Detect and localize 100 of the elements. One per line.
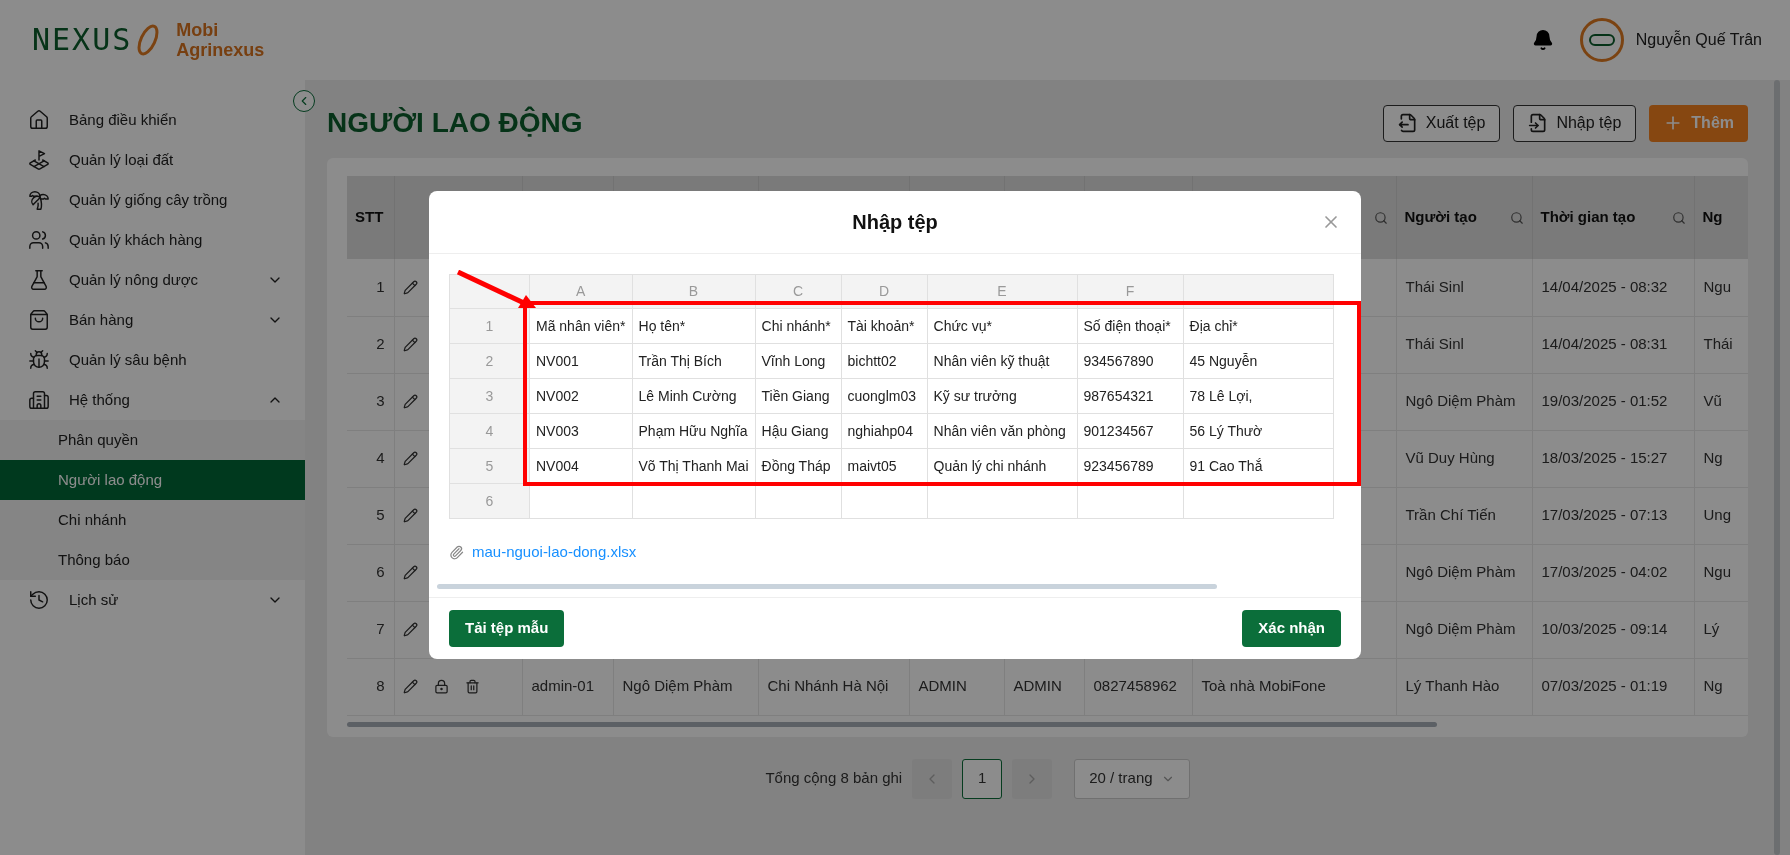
- row-number: 6: [485, 492, 494, 509]
- column-letter: A: [576, 283, 586, 299]
- sheet-cell: Lê Minh Cường: [638, 387, 737, 404]
- table-cell: Ng: [1703, 449, 1723, 467]
- sidebar-item[interactable]: Hệ thống: [0, 380, 305, 420]
- table-cell: 17/03/2025 - 04:02: [1541, 563, 1668, 581]
- row-number: 5: [485, 457, 494, 474]
- avatar[interactable]: [1579, 18, 1624, 62]
- sheet-cell: 45 Nguyễn: [1189, 352, 1258, 369]
- column-header: Ng: [1702, 207, 1723, 228]
- table-cell: Ngô Diệm Phàm: [622, 677, 733, 695]
- sheet-cell: NV003: [536, 422, 579, 439]
- sheet-cell: Võ Thị Thanh Mai: [638, 457, 749, 474]
- sheet-cell: cuonglm03: [847, 387, 916, 404]
- sheet-cell: Chức vụ*: [933, 317, 992, 334]
- action-button[interactable]: Xuất tệp: [1382, 104, 1501, 142]
- sheet-cell: Số điện thoại*: [1083, 317, 1171, 334]
- edit-icon[interactable]: [402, 679, 418, 694]
- sheet-cell: Tiền Giang: [761, 387, 830, 404]
- search-icon[interactable]: [1373, 210, 1388, 225]
- sidebar-item[interactable]: Quản lý loại đất: [0, 140, 305, 180]
- sheet-cell: Địa chỉ*: [1189, 317, 1238, 334]
- submenu-item[interactable]: Người lao động: [0, 460, 305, 500]
- sheet-cell: maivt05: [847, 457, 897, 474]
- column-header: Thời gian tạo: [1540, 207, 1636, 228]
- action-button[interactable]: Nhập tệp: [1513, 104, 1637, 142]
- sheet-cell: NV002: [536, 387, 579, 404]
- table-cell: Ngu: [1703, 278, 1732, 295]
- horizontal-scrollbar[interactable]: [347, 721, 1437, 727]
- sheet-cell: Phạm Hữu Nghĩa: [638, 422, 748, 439]
- page-title: NGƯỜI LAO ĐỘNG: [327, 105, 583, 140]
- history-icon: [28, 589, 50, 611]
- table-cell: 10/03/2025 - 09:14: [1541, 620, 1668, 638]
- avatar-logo-icon: [1588, 34, 1615, 46]
- sidebar-item[interactable]: Bán hàng: [0, 300, 305, 340]
- sheet-cell: 56 Lý Thườ: [1189, 422, 1263, 439]
- dialog-button[interactable]: Tải tệp mẫu: [449, 609, 565, 647]
- column-letter: E: [997, 283, 1007, 299]
- column-letter: B: [688, 283, 699, 299]
- sidebar-item[interactable]: Lịch sử: [0, 580, 305, 620]
- brand-name: Mobi: [176, 20, 220, 40]
- delete-icon[interactable]: [464, 679, 480, 694]
- file-link[interactable]: mau-nguoi-lao-dong.xlsx: [472, 541, 637, 564]
- sheet-cell: Nhân viên kỹ thuật: [933, 352, 1050, 369]
- table-cell: Thái Sinl: [1405, 278, 1464, 295]
- table-cell: Thái: [1703, 335, 1733, 353]
- sheet-cell: Mã nhân viên*: [536, 317, 626, 334]
- file-export-icon: [1397, 113, 1418, 133]
- sidebar-item[interactable]: Quản lý nông dược: [0, 260, 305, 300]
- page-button[interactable]: 1: [962, 758, 1003, 799]
- submenu-item[interactable]: Phân quyền: [0, 420, 305, 460]
- user-name: Nguyễn Quế Trân: [1635, 29, 1762, 50]
- table-cell: ADMIN: [918, 677, 967, 695]
- edit-icon[interactable]: [402, 565, 418, 580]
- table-cell: 14/04/2025 - 08:31: [1541, 335, 1668, 353]
- lock-icon[interactable]: [433, 679, 449, 694]
- notification-bell-icon[interactable]: [1531, 29, 1554, 51]
- sheet-cell: Chi nhánh*: [761, 317, 831, 334]
- sheet-cell: Nhân viên văn phòng: [933, 422, 1066, 439]
- paperclip-icon: [449, 544, 464, 560]
- sheet-cell: 91 Cao Thắ: [1189, 457, 1263, 474]
- edit-icon[interactable]: [402, 508, 418, 523]
- table-cell: 2: [376, 335, 385, 353]
- table-cell: Lý: [1703, 620, 1720, 638]
- search-icon[interactable]: [1509, 210, 1524, 225]
- submenu-item[interactable]: Thông báo: [0, 540, 305, 580]
- edit-icon[interactable]: [402, 394, 418, 409]
- edit-icon[interactable]: [402, 279, 418, 295]
- dialog-button[interactable]: Xác nhận: [1242, 609, 1341, 647]
- table-cell: 1: [376, 278, 385, 295]
- table-cell: Vũ Duy Hùng: [1405, 449, 1495, 467]
- table-cell: Ngô Diệm Phàm: [1405, 620, 1516, 638]
- vertical-scrollbar[interactable]: [1774, 80, 1780, 855]
- land-plot-icon: [28, 149, 50, 171]
- horizontal-scrollbar[interactable]: [437, 583, 1217, 589]
- column-letter: C: [792, 283, 804, 299]
- table-cell: 3: [376, 392, 385, 410]
- column-letter: F: [1125, 283, 1135, 299]
- submenu-item[interactable]: Chi nhánh: [0, 500, 305, 540]
- table-cell: admin-01: [531, 677, 595, 695]
- edit-icon[interactable]: [402, 451, 418, 466]
- sheet-cell: Kỹ sư trưởng: [933, 387, 1017, 404]
- table-cell: Ung: [1703, 506, 1732, 524]
- sidebar-item[interactable]: Quản lý khách hàng: [0, 220, 305, 260]
- home-icon: [28, 109, 50, 131]
- edit-icon[interactable]: [402, 622, 418, 637]
- table-cell: 17/03/2025 - 07:13: [1541, 506, 1668, 524]
- swoosh-logo-icon: [136, 22, 161, 58]
- page-size-select[interactable]: 20 / trang: [1074, 758, 1190, 799]
- flask-icon: [28, 269, 50, 291]
- table-cell: 14/04/2025 - 08:32: [1541, 278, 1668, 295]
- table-cell: 7: [376, 620, 385, 638]
- search-icon[interactable]: [1671, 210, 1686, 225]
- sheet-cell: NV004: [536, 457, 579, 474]
- collapse-sidebar-button[interactable]: [293, 90, 315, 112]
- sidebar-item[interactable]: Quản lý sâu bệnh: [0, 340, 305, 380]
- edit-icon[interactable]: [402, 337, 418, 352]
- sidebar-item[interactable]: Quản lý giống cây trồng: [0, 180, 305, 220]
- table-cell: Chi Nhánh Hà Nội: [767, 677, 889, 695]
- table-cell: Ng: [1703, 677, 1723, 695]
